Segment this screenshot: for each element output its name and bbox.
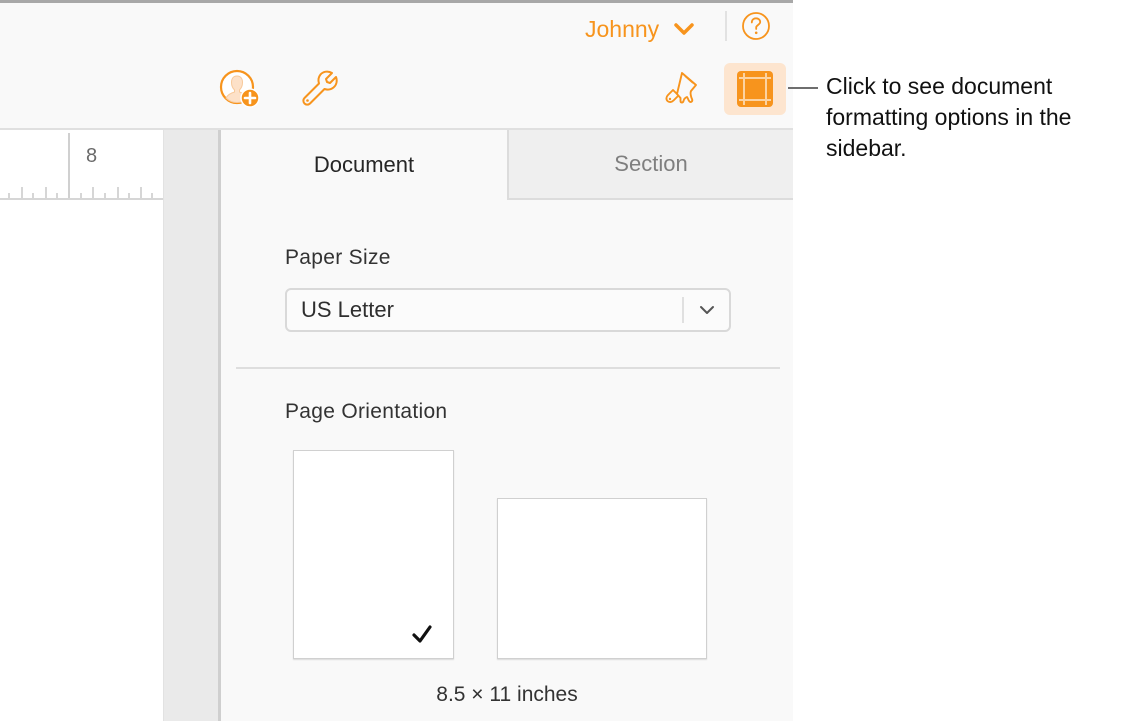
page-orientation-label: Page Orientation <box>285 400 448 423</box>
section-divider <box>236 367 780 369</box>
toolbar-divider <box>725 11 727 41</box>
checkmark-icon <box>412 625 432 643</box>
select-divider <box>682 297 684 323</box>
tab-section-label: Section <box>614 151 688 176</box>
format-button[interactable] <box>658 65 704 111</box>
question-circle-icon[interactable] <box>741 11 771 41</box>
tab-document-label: Document <box>313 152 415 177</box>
landscape-orientation-option[interactable] <box>497 498 707 659</box>
paper-size-label: Paper Size <box>285 246 391 269</box>
user-name: Johnny <box>585 15 660 42</box>
document-page[interactable] <box>0 200 163 721</box>
user-menu[interactable]: Johnny <box>585 15 695 43</box>
paper-size-value: US Letter <box>301 297 394 322</box>
chevron-down-icon <box>700 306 714 314</box>
add-person-icon <box>219 69 260 108</box>
collaborate-button[interactable] <box>217 65 263 111</box>
pages-window: Johnny 8 Document Section Paper Size US … <box>0 0 793 721</box>
callout-leader-line <box>788 87 818 89</box>
document-sidebar: Document Section Paper Size US Letter Pa… <box>221 130 793 721</box>
wrench-icon <box>302 70 338 106</box>
paper-dimensions: 8.5 × 11 inches <box>436 683 578 706</box>
document-layout-icon <box>737 71 773 107</box>
paintbrush-icon <box>665 72 697 104</box>
ruler-number: 8 <box>86 145 98 167</box>
horizontal-ruler: 8 <box>0 130 163 200</box>
tab-section[interactable]: Section <box>507 130 793 200</box>
ruler-ticks <box>8 133 153 198</box>
toolbar: Johnny <box>0 3 793 130</box>
canvas-gutter <box>163 130 220 721</box>
document-button[interactable] <box>724 63 786 115</box>
tab-document[interactable]: Document <box>221 130 507 200</box>
paper-size-select[interactable]: US Letter <box>285 288 731 332</box>
chevron-down-icon <box>674 23 694 35</box>
portrait-orientation-option[interactable] <box>293 450 454 659</box>
settings-button[interactable] <box>296 65 342 111</box>
callout-text: Click to see document formatting options… <box>826 73 1072 161</box>
